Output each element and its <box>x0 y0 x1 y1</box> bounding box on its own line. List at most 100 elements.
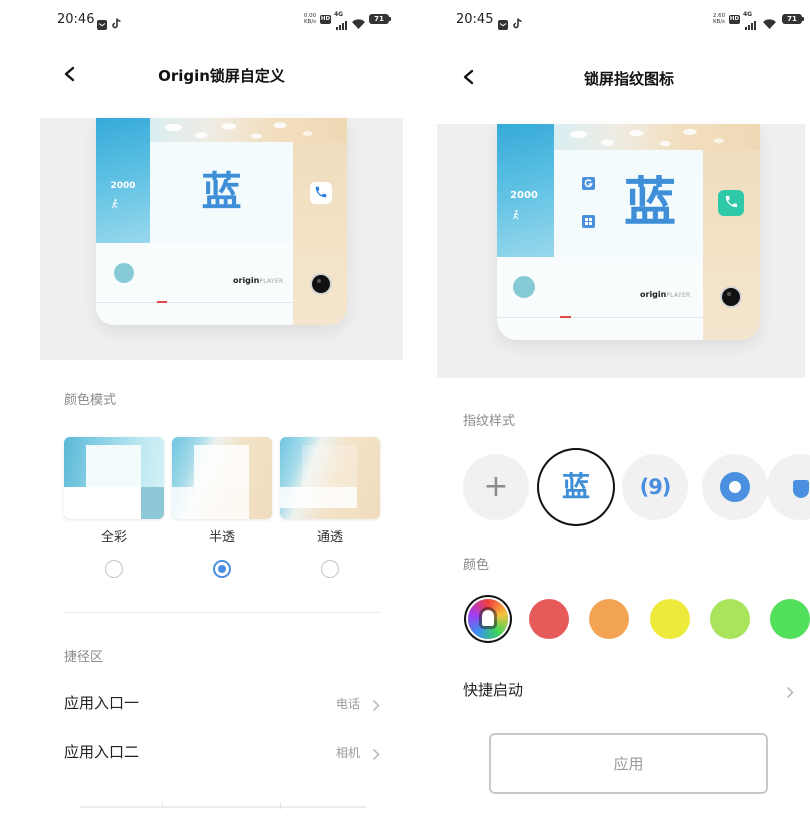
back-arrow-icon <box>462 69 476 89</box>
apply-button[interactable]: 应用 <box>489 733 768 794</box>
lockscreen-preview: 蓝 2000 originPLAYER <box>437 124 805 378</box>
lockscreen-customize-screen: 20:46 0.00 KB/s HD 4G 71 Origin锁屏自定义 蓝 2… <box>0 0 405 829</box>
network-speed-unit: KB/s <box>712 19 726 25</box>
preview-divider <box>96 302 293 303</box>
color-mode-radio-full[interactable] <box>105 560 123 578</box>
wifi-icon <box>763 14 776 33</box>
thumb-bottom <box>64 487 141 519</box>
fingerprint-style-label: 指纹样式 <box>463 414 516 429</box>
wallpaper-waves <box>554 124 760 150</box>
color-swatch-custom[interactable] <box>468 599 508 639</box>
phone-icon <box>724 194 739 213</box>
brand-logo: originPLAYER <box>640 282 691 301</box>
color-mode-thumb-clear[interactable] <box>280 437 380 519</box>
color-mode-label-full: 全彩 <box>100 530 127 545</box>
thumb-bottom <box>280 487 357 508</box>
step-count: 2000 <box>510 190 538 201</box>
fingerprint-style-5[interactable] <box>767 454 810 520</box>
color-mode-radio-semi[interactable] <box>213 560 231 578</box>
shortcut-entry-1-label: 应用入口一 <box>64 694 140 712</box>
fingerprint-style-add[interactable]: + <box>463 454 529 520</box>
signal-icon <box>336 15 348 34</box>
signal-icon <box>745 15 757 34</box>
hd-badge: HD <box>320 15 331 24</box>
brand-logo: originPLAYER <box>233 268 284 287</box>
network-speed: 2.60 KB/s <box>711 13 727 25</box>
music-cover-dot <box>114 263 134 283</box>
preview-indicator <box>157 301 167 303</box>
pen-icon <box>482 610 494 626</box>
blue-ring-icon <box>720 472 750 502</box>
phone-shortcut <box>310 182 332 204</box>
shortcut-entry-2-label: 应用入口二 <box>64 743 140 761</box>
camera-icon <box>722 288 740 306</box>
walker-icon <box>111 194 119 213</box>
color-swatch-green[interactable] <box>770 599 810 639</box>
thumb-corner <box>141 487 164 519</box>
apply-button-label: 应用 <box>613 755 644 773</box>
tiktok-icon <box>513 14 522 33</box>
network-speed: 0.00 KB/s <box>302 13 318 25</box>
preview-indicator <box>560 316 571 318</box>
color-swatch-yellow[interactable] <box>650 599 690 639</box>
quick-launch-label: 快捷启动 <box>463 681 524 699</box>
step-count: 2000 <box>110 181 136 191</box>
wifi-icon <box>352 14 365 33</box>
chevron-right-icon <box>786 684 794 699</box>
message-icon <box>498 15 508 34</box>
clock-widget-panel: 蓝 <box>554 150 703 257</box>
thumb-panel <box>302 445 357 487</box>
music-cover-dot <box>513 276 535 298</box>
color-mode-label-clear: 通透 <box>316 530 343 545</box>
brand-name: origin <box>640 290 667 299</box>
fingerprint-style-ring[interactable] <box>702 454 768 520</box>
message-icon <box>97 15 107 34</box>
fingerprint-style-nine[interactable]: (9) <box>622 454 688 520</box>
fingerprint-style-nine-glyph: (9) <box>639 475 672 499</box>
brand-name: origin <box>233 276 260 285</box>
page-title: 锁屏指纹图标 <box>583 70 674 88</box>
chevron-right-icon <box>372 697 380 712</box>
lockscreen-preview-card: 蓝 2000 originPLAYER <box>497 124 760 340</box>
shortcut-entry-1-value: 电话 <box>335 697 360 711</box>
fingerprint-style-char[interactable]: 蓝 <box>543 454 609 520</box>
battery-indicator: 71 <box>782 14 804 24</box>
lockscreen-preview-card: 蓝 2000 originPLAYER <box>96 118 347 325</box>
color-swatch-orange[interactable] <box>589 599 629 639</box>
brand-sub: PLAYER <box>259 278 284 285</box>
thumb-panel <box>194 445 249 487</box>
camera-icon <box>312 275 330 293</box>
hd-badge: HD <box>729 15 740 24</box>
next-section-tick <box>280 803 281 809</box>
clock-widget-panel: 蓝 <box>150 142 293 243</box>
status-time: 20:45 <box>456 12 494 27</box>
color-mode-label: 颜色模式 <box>64 393 117 408</box>
fingerprint-icon-screen: 20:45 2.60 KB/s HD 4G 71 锁屏指纹图标 蓝 2000 o… <box>437 0 810 829</box>
chevron-right-icon <box>372 746 380 761</box>
add-icon: + <box>483 469 509 504</box>
status-time: 20:46 <box>57 12 95 27</box>
back-button[interactable] <box>459 69 479 89</box>
partial-style-icon <box>793 480 809 498</box>
next-section-tick <box>162 803 163 809</box>
preview-big-char: 蓝 <box>623 173 676 233</box>
color-mode-label-semi: 半透 <box>208 530 235 545</box>
shortcut-entry-2-value: 相机 <box>335 746 360 760</box>
phone-icon <box>314 184 328 203</box>
color-swatch-lime[interactable] <box>710 599 750 639</box>
phone-shortcut <box>718 190 744 216</box>
battery-indicator: 71 <box>369 14 391 24</box>
preview-divider <box>497 317 703 318</box>
wallpaper-waves <box>150 118 347 142</box>
color-mode-radio-clear[interactable] <box>321 560 339 578</box>
page-title: Origin锁屏自定义 <box>158 67 285 85</box>
status-bar: 20:45 2.60 KB/s HD 4G 71 <box>437 0 810 36</box>
preview-big-char: 蓝 <box>201 169 242 215</box>
walker-icon <box>512 205 520 224</box>
color-swatch-red[interactable] <box>529 599 569 639</box>
next-section-edge <box>80 806 366 808</box>
color-mode-thumb-full[interactable] <box>64 437 164 519</box>
color-label: 颜色 <box>463 558 490 573</box>
color-mode-thumb-semi[interactable] <box>172 437 272 519</box>
status-bar: 20:46 0.00 KB/s HD 4G 71 <box>0 0 405 36</box>
